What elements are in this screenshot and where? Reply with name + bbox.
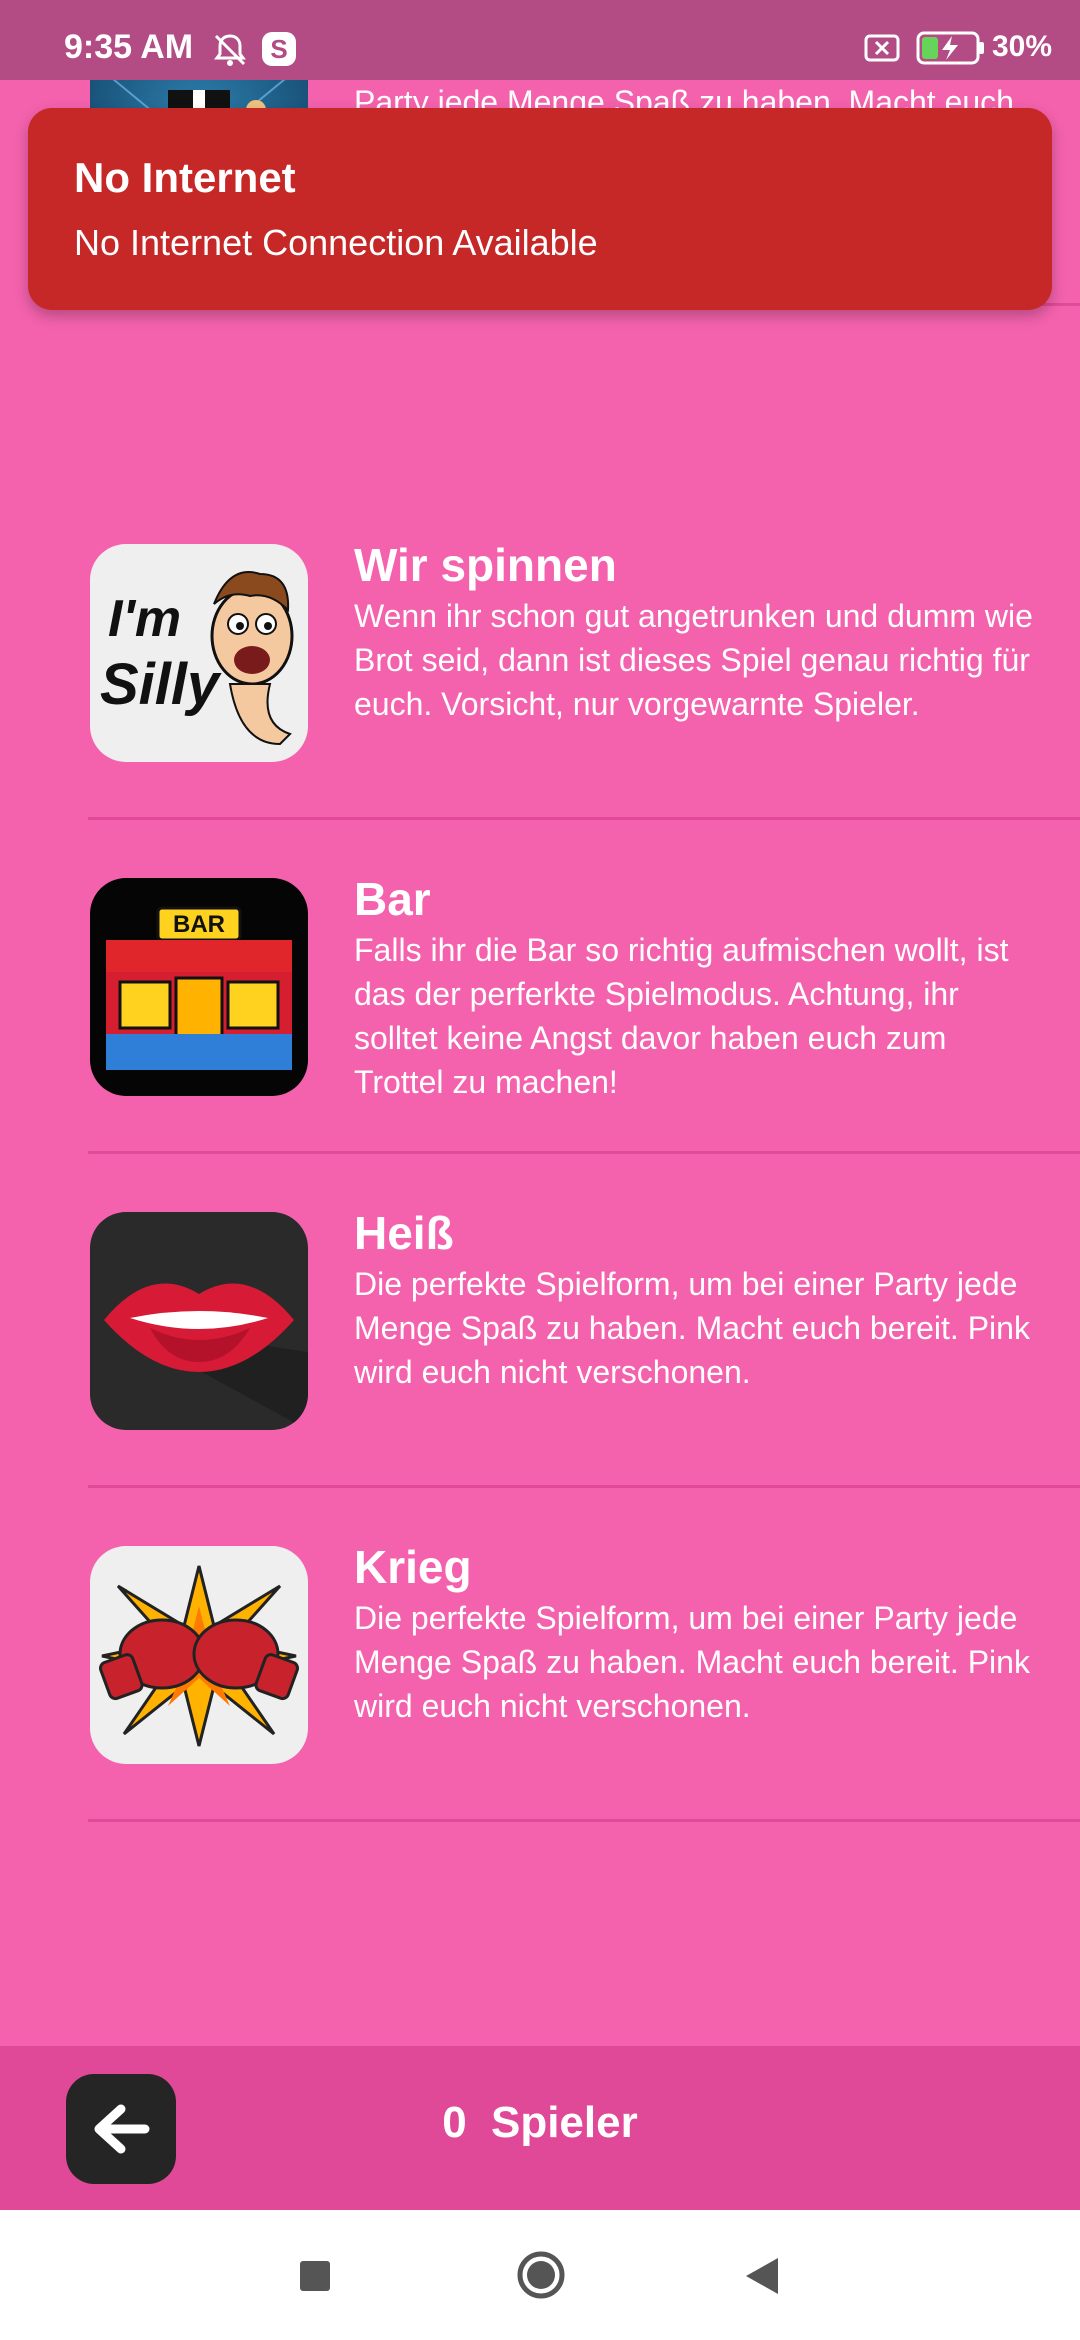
silly-face-icon: I'm Silly: [90, 544, 308, 762]
bar-building-icon: BAR: [90, 878, 308, 1096]
item-description: Falls ihr die Bar so richtig aufmischen …: [354, 932, 1009, 1100]
battery-charging-icon: [916, 31, 984, 65]
boxing-gloves-icon: [90, 1546, 308, 1764]
player-count-label: 0 Spieler: [0, 2098, 1080, 2148]
s-app-icon: S: [262, 32, 296, 66]
item-description: Die perfekte Spielform, um bei einer Par…: [354, 1266, 1030, 1390]
player-count: 0: [442, 2098, 467, 2147]
recent-apps-button[interactable]: [300, 2261, 330, 2291]
toast-message: No Internet Connection Available: [74, 222, 598, 263]
status-time: 9:35 AM: [64, 28, 194, 66]
svg-text:BAR: BAR: [173, 911, 225, 938]
lips-icon: [90, 1212, 308, 1430]
nav-back-button[interactable]: [744, 2256, 780, 2296]
bell-off-icon: [214, 34, 246, 66]
list-item-bar[interactable]: BAR Bar Falls ihr die Bar so richtig auf…: [0, 820, 1080, 1154]
list-item-krieg[interactable]: Krieg Die perfekte Spielform, um bei ein…: [0, 1488, 1080, 1822]
bottom-bar: 0 Spieler: [0, 2046, 1080, 2210]
toast-title: No Internet: [74, 154, 296, 201]
no-internet-toast[interactable]: No Internet No Internet Connection Avail…: [28, 108, 1052, 310]
player-label: Spieler: [490, 2098, 638, 2147]
item-title: Bar: [354, 873, 431, 925]
battery-percentage: 30%: [992, 30, 1053, 63]
svg-text:Silly: Silly: [100, 652, 222, 717]
status-bar: 9:35 AM S 30%: [0, 0, 1080, 80]
game-mode-list[interactable]: Party jede Menge Spaß zu haben. Macht eu…: [0, 80, 1080, 2046]
list-item-wir-spinnen[interactable]: I'm Silly Wir spinnen Wenn ihr schon gut…: [0, 486, 1080, 820]
list-item-heiss[interactable]: Heiß Die perfekte Spielform, um bei eine…: [0, 1154, 1080, 1488]
item-description: Die perfekte Spielform, um bei einer Par…: [354, 1600, 1030, 1724]
home-button[interactable]: [516, 2250, 566, 2300]
navigation-bar: [0, 2210, 1080, 2340]
divider: [88, 1819, 1080, 1822]
item-title: Krieg: [354, 1541, 472, 1593]
item-title: Wir spinnen: [354, 539, 617, 591]
item-title: Heiß: [354, 1207, 454, 1259]
svg-text:I'm: I'm: [108, 590, 181, 648]
item-description: Wenn ihr schon gut angetrunken und dumm …: [354, 598, 1033, 722]
no-sim-icon: [864, 34, 900, 62]
